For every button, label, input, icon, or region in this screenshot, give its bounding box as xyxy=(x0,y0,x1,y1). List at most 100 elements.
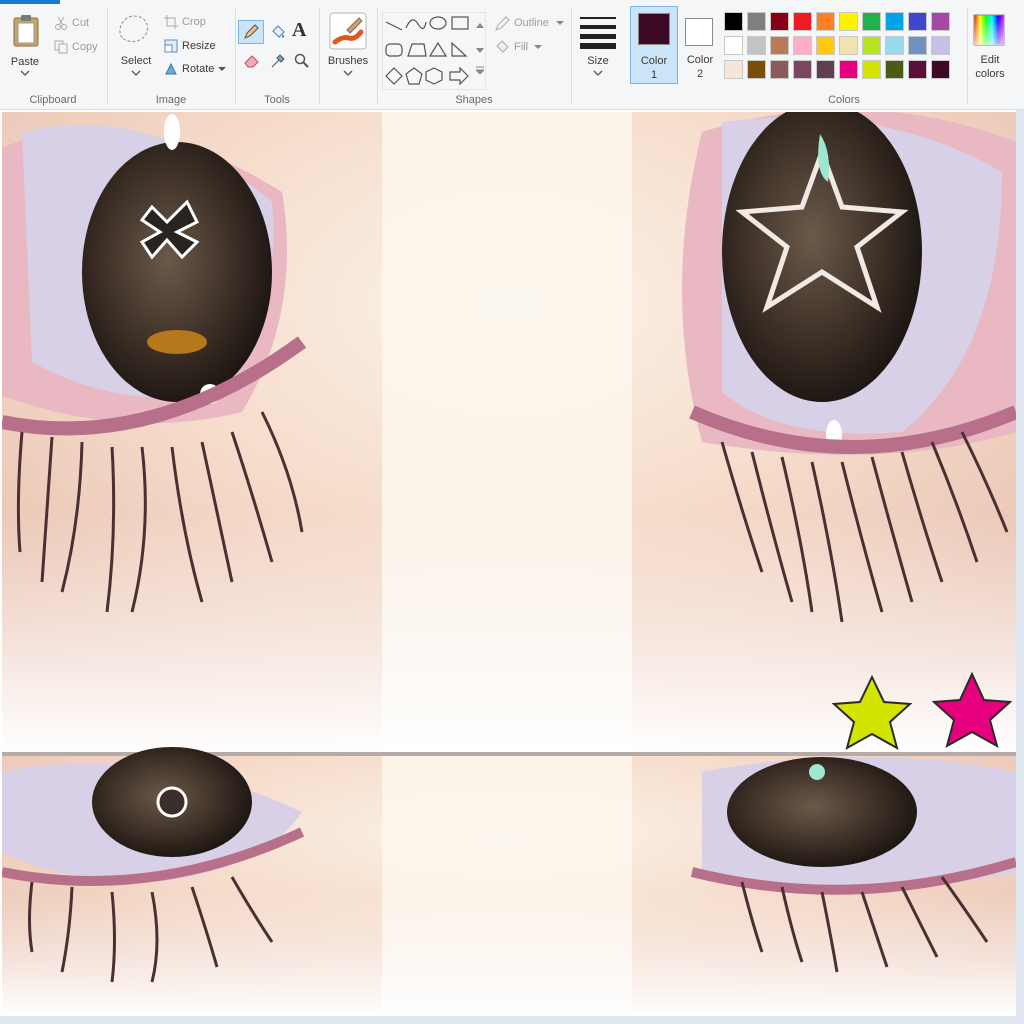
cut-icon[interactable] xyxy=(54,16,68,30)
shapes-scroll-down-icon[interactable] xyxy=(476,48,484,53)
colors-group-label: Colors xyxy=(828,94,860,106)
fill-icon[interactable] xyxy=(494,39,510,55)
palette-swatch[interactable] xyxy=(724,36,743,55)
shapes-gallery[interactable] xyxy=(382,12,486,90)
palette-swatch[interactable] xyxy=(793,60,812,79)
select-label[interactable]: Select xyxy=(112,55,160,67)
brushes-group: Brushes xyxy=(320,6,376,108)
fill-dropdown-icon[interactable] xyxy=(534,45,542,50)
fill-bucket-icon[interactable] xyxy=(270,24,286,40)
edit-colors-label-2: colors xyxy=(975,68,1005,80)
canvas-edge-bottom xyxy=(0,1016,1024,1024)
clipboard-group-label: Clipboard xyxy=(29,94,77,106)
size-label[interactable]: Size xyxy=(572,55,624,67)
color2-number: 2 xyxy=(696,68,704,80)
palette-swatch[interactable] xyxy=(724,60,743,79)
palette-swatch[interactable] xyxy=(931,12,950,31)
drawing-canvas[interactable] xyxy=(0,110,1024,1024)
palette-swatch[interactable] xyxy=(770,36,789,55)
edit-colors-icon[interactable] xyxy=(973,14,1005,46)
painting-artwork[interactable] xyxy=(2,112,1016,1016)
palette-swatch[interactable] xyxy=(931,60,950,79)
crop-icon[interactable] xyxy=(164,15,178,29)
palette-swatch[interactable] xyxy=(770,12,789,31)
ribbon: Paste Cut Copy Clipboard Select Crop Res… xyxy=(0,0,1024,110)
palette-swatch[interactable] xyxy=(770,60,789,79)
palette-swatch[interactable] xyxy=(747,12,766,31)
copy-label[interactable]: Copy xyxy=(72,41,98,53)
palette-swatch[interactable] xyxy=(908,36,927,55)
rotate-label[interactable]: Rotate xyxy=(182,63,214,75)
eraser-icon[interactable] xyxy=(244,54,260,68)
palette-swatch[interactable] xyxy=(839,60,858,79)
color1-label: Color xyxy=(640,55,668,67)
image-group: Select Crop Resize Rotate Image xyxy=(108,6,234,108)
pencil-icon[interactable] xyxy=(243,24,259,40)
palette-swatch[interactable] xyxy=(839,12,858,31)
palette-swatch[interactable] xyxy=(885,36,904,55)
palette-swatch[interactable] xyxy=(839,36,858,55)
text-tool-icon[interactable]: A xyxy=(292,19,306,42)
shapes-group-label: Shapes xyxy=(455,94,493,106)
shapes-more-icon[interactable] xyxy=(476,66,484,74)
rotate-dropdown-icon[interactable] xyxy=(218,67,226,72)
palette-swatch[interactable] xyxy=(724,12,743,31)
copy-icon[interactable] xyxy=(54,40,68,54)
outline-label[interactable]: Outline xyxy=(514,17,549,29)
color2-swatch[interactable] xyxy=(685,18,713,46)
paste-dropdown-icon[interactable] xyxy=(20,70,30,76)
color1-number: 1 xyxy=(650,69,658,81)
palette-swatch[interactable] xyxy=(816,36,835,55)
palette-swatch[interactable] xyxy=(862,36,881,55)
shapes-group: Outline Fill Shapes xyxy=(378,6,570,108)
image-group-label: Image xyxy=(155,94,187,106)
color1-swatch[interactable] xyxy=(638,13,670,45)
crop-label[interactable]: Crop xyxy=(182,16,206,28)
palette-swatch[interactable] xyxy=(885,12,904,31)
palette-swatch[interactable] xyxy=(862,12,881,31)
edit-colors-label: Edit xyxy=(980,54,1000,66)
palette-swatch[interactable] xyxy=(793,12,812,31)
outline-icon[interactable] xyxy=(494,16,510,32)
brushes-label[interactable]: Brushes xyxy=(322,55,374,67)
palette-swatch[interactable] xyxy=(747,60,766,79)
edit-colors-button[interactable]: Edit colors xyxy=(968,6,1012,108)
colors-group: Colors xyxy=(722,6,966,108)
shapes-scroll-up-icon[interactable] xyxy=(476,23,484,28)
canvas-edge-right xyxy=(1016,110,1024,1024)
select-icon[interactable] xyxy=(116,12,152,46)
tools-group: A Tools xyxy=(236,6,318,108)
brushes-dropdown-icon[interactable] xyxy=(343,70,353,76)
palette-swatch[interactable] xyxy=(747,36,766,55)
select-dropdown-icon[interactable] xyxy=(131,70,141,76)
cut-label[interactable]: Cut xyxy=(72,17,89,29)
resize-label[interactable]: Resize xyxy=(182,40,216,52)
palette-swatch[interactable] xyxy=(793,36,812,55)
palette-swatch[interactable] xyxy=(908,12,927,31)
palette-swatch[interactable] xyxy=(931,36,950,55)
size-group: Size xyxy=(572,6,624,108)
outline-dropdown-icon[interactable] xyxy=(556,21,564,26)
color-picker-icon[interactable] xyxy=(270,53,286,69)
fill-label[interactable]: Fill xyxy=(514,41,528,53)
palette-swatch[interactable] xyxy=(885,60,904,79)
resize-icon[interactable] xyxy=(164,39,178,53)
magnifier-icon[interactable] xyxy=(294,53,310,69)
palette-swatch[interactable] xyxy=(816,60,835,79)
clipboard-group: Paste Cut Copy Clipboard xyxy=(0,6,106,108)
file-tab-accent[interactable] xyxy=(0,0,60,4)
palette-swatch[interactable] xyxy=(862,60,881,79)
size-icon[interactable] xyxy=(580,14,616,50)
palette-swatch[interactable] xyxy=(908,60,927,79)
color1-button[interactable]: Color 1 xyxy=(630,6,678,84)
color-palette xyxy=(724,12,964,84)
paste-icon[interactable] xyxy=(12,14,40,48)
color2-label: Color xyxy=(686,54,714,66)
color2-button[interactable]: Color 2 xyxy=(678,6,722,84)
brush-icon[interactable] xyxy=(329,12,367,50)
size-dropdown-icon[interactable] xyxy=(593,70,603,76)
paste-label[interactable]: Paste xyxy=(4,56,46,68)
tools-group-label: Tools xyxy=(264,94,290,106)
palette-swatch[interactable] xyxy=(816,12,835,31)
rotate-icon[interactable] xyxy=(164,62,178,76)
